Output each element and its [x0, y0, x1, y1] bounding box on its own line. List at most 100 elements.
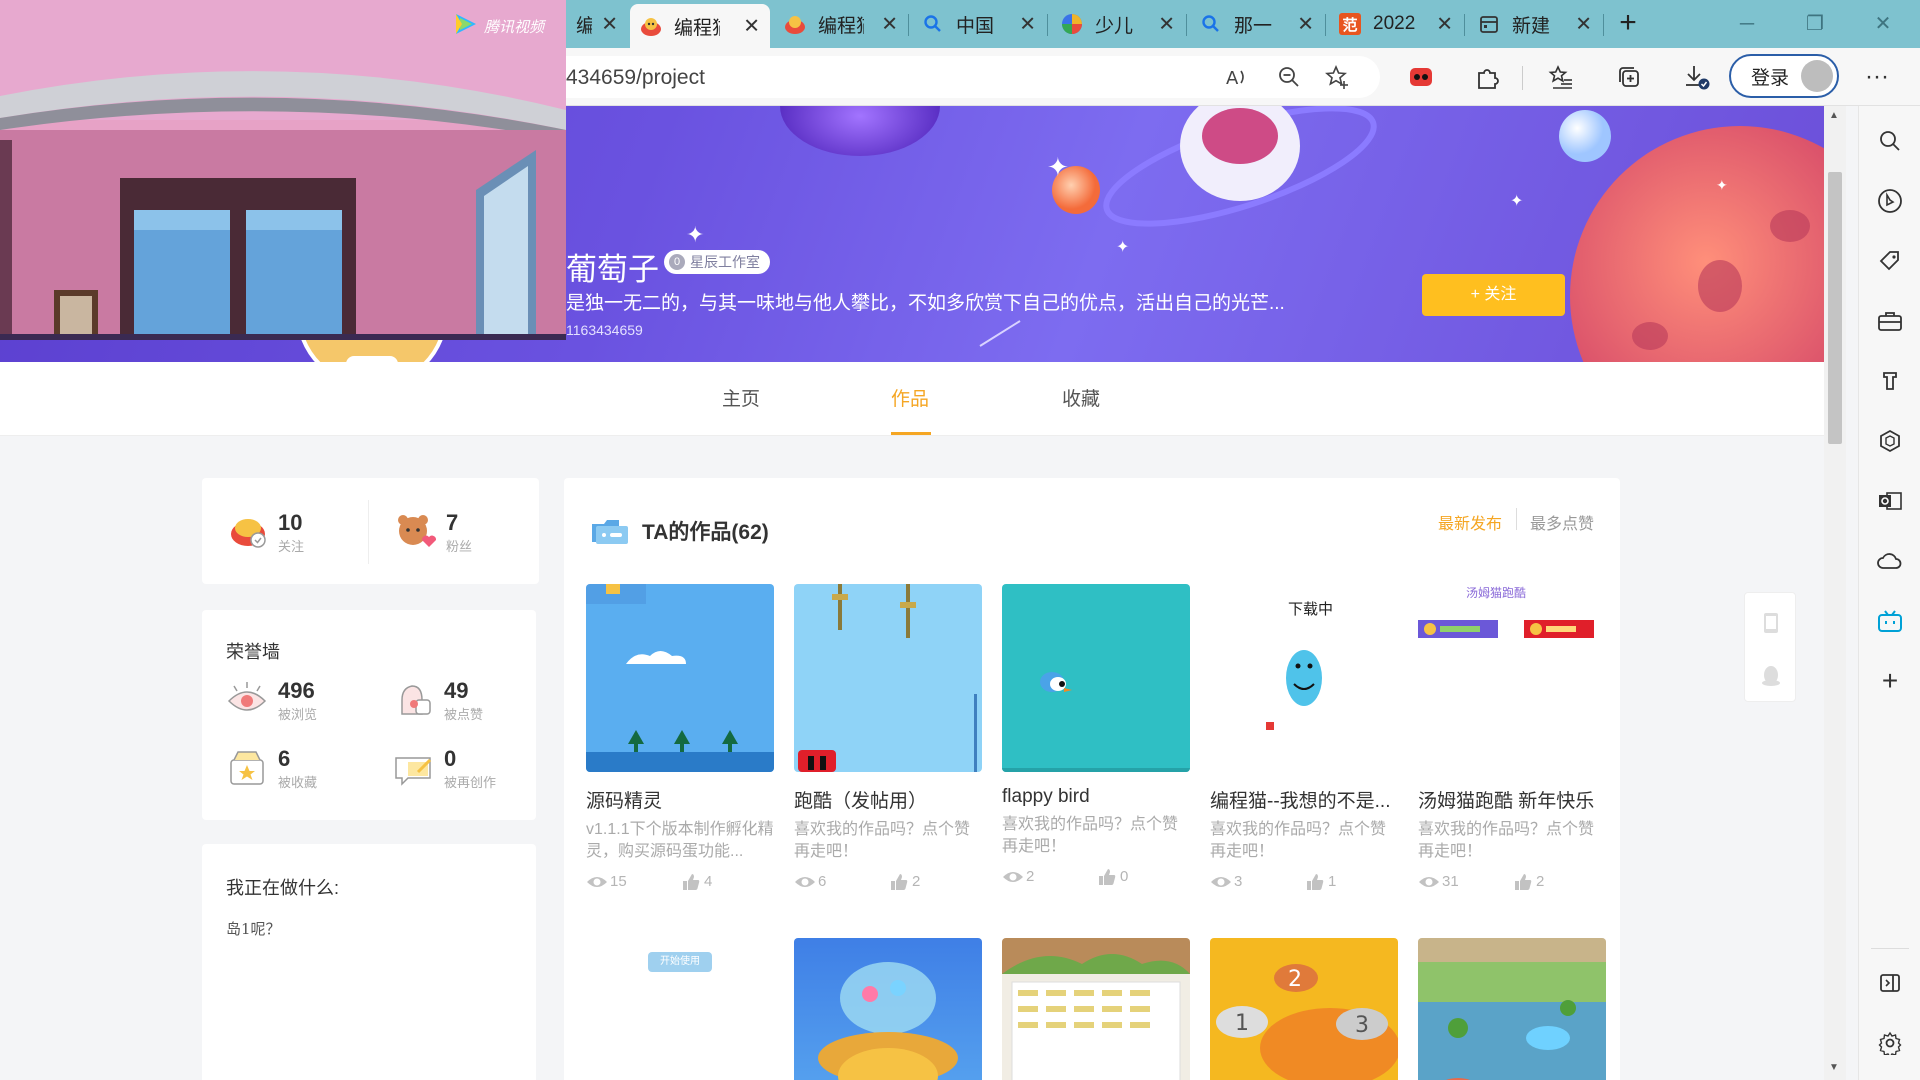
restore-button[interactable]: ❐ [1800, 10, 1830, 38]
more-menu-icon[interactable]: ··· [1860, 60, 1894, 94]
svg-text:✦: ✦ [1047, 152, 1069, 182]
work-card[interactable]: 跑酷（发帖用） 喜欢我的作品吗？点个赞再走吧！ 6 2 [794, 584, 982, 893]
browser-tab-1[interactable]: 编程猫 ✕ [566, 6, 628, 42]
work-card[interactable]: 汤姆猫跑酷 汤姆猫跑酷 新年快乐 喜欢我的作品吗？点个赞再走吧！ 31 2 [1418, 584, 1606, 893]
work-title[interactable]: 源码精灵 [586, 786, 774, 813]
work-thumbnail[interactable] [1418, 938, 1606, 1080]
qq-penguin-icon[interactable] [1759, 663, 1783, 692]
video-brand-text: 腾讯视频 [484, 19, 545, 36]
close-icon[interactable]: ✕ [1575, 12, 1592, 37]
browser-tab-6[interactable]: 那一 ✕ [1190, 6, 1324, 42]
outlook-icon[interactable] [1873, 484, 1907, 518]
browser-tab-7[interactable]: 范 2022 ✕ [1329, 6, 1463, 42]
favorites-list-icon[interactable] [1544, 60, 1578, 94]
work-thumbnail[interactable] [586, 584, 774, 772]
toolbox-icon[interactable] [1873, 304, 1907, 338]
work-description: v1.1.1下个版本制作孵化精灵，购买源码蛋功能... [586, 821, 774, 860]
extension-red-icon[interactable] [1404, 60, 1438, 94]
page-scrollbar[interactable]: ▲ ▼ [1824, 106, 1846, 1080]
works-panel: TA的作品(62) 最新发布 最多点赞 源码精灵 v1.1.1下个版本制作孵化精… [564, 478, 1620, 1080]
work-thumbnail[interactable]: 汤姆猫跑酷 [1418, 584, 1606, 772]
work-meta: 31 2 [1418, 873, 1606, 893]
video-frame [0, 0, 566, 340]
fans-icon [394, 510, 437, 557]
tencent-video-play-icon [452, 10, 480, 43]
address-bar[interactable]: 434659/project A [540, 56, 1380, 98]
downloads-icon[interactable] [1680, 60, 1714, 94]
new-tab-button[interactable]: + [1612, 8, 1644, 40]
browser-tab-2-active[interactable]: 编程猫 ✕ [630, 4, 770, 48]
read-aloud-icon[interactable]: A [1220, 60, 1254, 94]
fans-count[interactable]: 7 [446, 510, 458, 536]
games-icon[interactable] [1873, 364, 1907, 398]
follow-button[interactable]: + 关注 [1422, 274, 1565, 316]
browser-tab-3[interactable]: 编程猫 ✕ [774, 6, 908, 42]
hide-sidebar-icon[interactable] [1873, 966, 1907, 1000]
close-window-button[interactable]: ✕ [1868, 10, 1898, 38]
scroll-down-icon[interactable]: ▼ [1829, 1062, 1839, 1073]
studio-badge[interactable]: 0 星辰工作室 [664, 250, 770, 274]
work-thumbnail[interactable]: 开始使用 [586, 938, 774, 1080]
browser-tab-4[interactable]: 中国 ✕ [912, 6, 1046, 42]
login-button[interactable]: 登录 [1729, 54, 1839, 98]
work-title[interactable]: 汤姆猫跑酷 新年快乐 [1418, 786, 1606, 813]
minimize-button[interactable]: ─ [1732, 10, 1762, 38]
work-card[interactable]: 源码精灵 v1.1.1下个版本制作孵化精灵，购买源码蛋功能... 15 4 [586, 584, 774, 893]
mobile-icon[interactable] [1759, 611, 1783, 640]
bilibili-icon[interactable] [1873, 604, 1907, 638]
work-title[interactable]: 编程猫--我想的不是... [1210, 786, 1398, 813]
scrollbar-thumb[interactable] [1828, 172, 1842, 444]
views-icon [1418, 873, 1440, 895]
work-thumbnail-art [586, 584, 774, 772]
work-thumbnail[interactable]: 下载中 [1210, 584, 1398, 772]
work-thumbnail[interactable] [794, 938, 982, 1080]
extensions-puzzle-icon[interactable] [1470, 60, 1504, 94]
add-favorite-icon[interactable] [1320, 60, 1354, 94]
views-count: 6 [818, 873, 827, 890]
work-thumbnail[interactable] [794, 584, 982, 772]
sort-latest-button[interactable]: 最新发布 [1438, 510, 1502, 534]
settings-gear-icon[interactable] [1873, 1026, 1907, 1060]
cloud-icon[interactable] [1873, 544, 1907, 578]
close-icon[interactable]: ✕ [743, 14, 760, 39]
scroll-up-icon[interactable]: ▲ [1829, 110, 1839, 121]
work-thumbnail[interactable]: 2 1 3 [1210, 938, 1398, 1080]
collections-icon[interactable] [1612, 60, 1646, 94]
close-icon[interactable]: ✕ [1019, 12, 1036, 37]
tab-favorites[interactable]: 收藏 [1062, 384, 1100, 411]
close-icon[interactable]: ✕ [601, 12, 618, 37]
work-thumbnail[interactable] [1002, 938, 1190, 1080]
close-icon[interactable]: ✕ [1436, 12, 1453, 37]
work-card[interactable]: 下载中 编程猫--我想的不是... 喜欢我的作品吗？点个赞再走吧！ 3 1 [1210, 584, 1398, 893]
tab-label: 中国 [956, 15, 995, 37]
active-tab-underline [891, 432, 931, 435]
close-icon[interactable]: ✕ [1158, 12, 1175, 37]
tag-icon[interactable] [1873, 244, 1907, 278]
picture-in-picture-video[interactable]: 腾讯视频 [0, 0, 566, 340]
bing-chat-icon[interactable] [1873, 184, 1907, 218]
work-meta: 6 2 [794, 873, 982, 893]
following-label: 关注 [278, 539, 305, 554]
svg-text:✦: ✦ [1716, 177, 1728, 193]
work-thumbnail[interactable] [1002, 584, 1190, 772]
browser-tab-8[interactable]: 新建 ✕ [1468, 6, 1602, 42]
close-icon[interactable]: ✕ [881, 12, 898, 37]
avatar-icon [1801, 60, 1833, 92]
browser-tab-5[interactable]: 少儿 ✕ [1051, 6, 1185, 42]
zoom-out-icon[interactable] [1272, 60, 1306, 94]
work-description: 喜欢我的作品吗？点个赞再走吧！ [1002, 816, 1179, 855]
search-icon[interactable] [1873, 124, 1907, 158]
add-sidebar-item-icon[interactable]: + [1873, 664, 1907, 698]
work-title[interactable]: flappy bird [1002, 786, 1190, 808]
following-count[interactable]: 10 [278, 510, 302, 536]
svg-text:✦: ✦ [1116, 239, 1129, 256]
tab-works[interactable]: 作品 [891, 384, 929, 411]
office-icon[interactable] [1873, 424, 1907, 458]
recreate-envelope-icon [392, 746, 436, 793]
close-icon[interactable]: ✕ [1297, 12, 1314, 37]
work-card[interactable]: flappy bird 喜欢我的作品吗？点个赞再走吧！ 2 0 [1002, 584, 1190, 888]
work-title[interactable]: 跑酷（发帖用） [794, 786, 982, 813]
profile-id: 1163434659 [566, 322, 643, 338]
tab-home[interactable]: 主页 [722, 384, 760, 411]
sort-likes-button[interactable]: 最多点赞 [1530, 510, 1594, 534]
